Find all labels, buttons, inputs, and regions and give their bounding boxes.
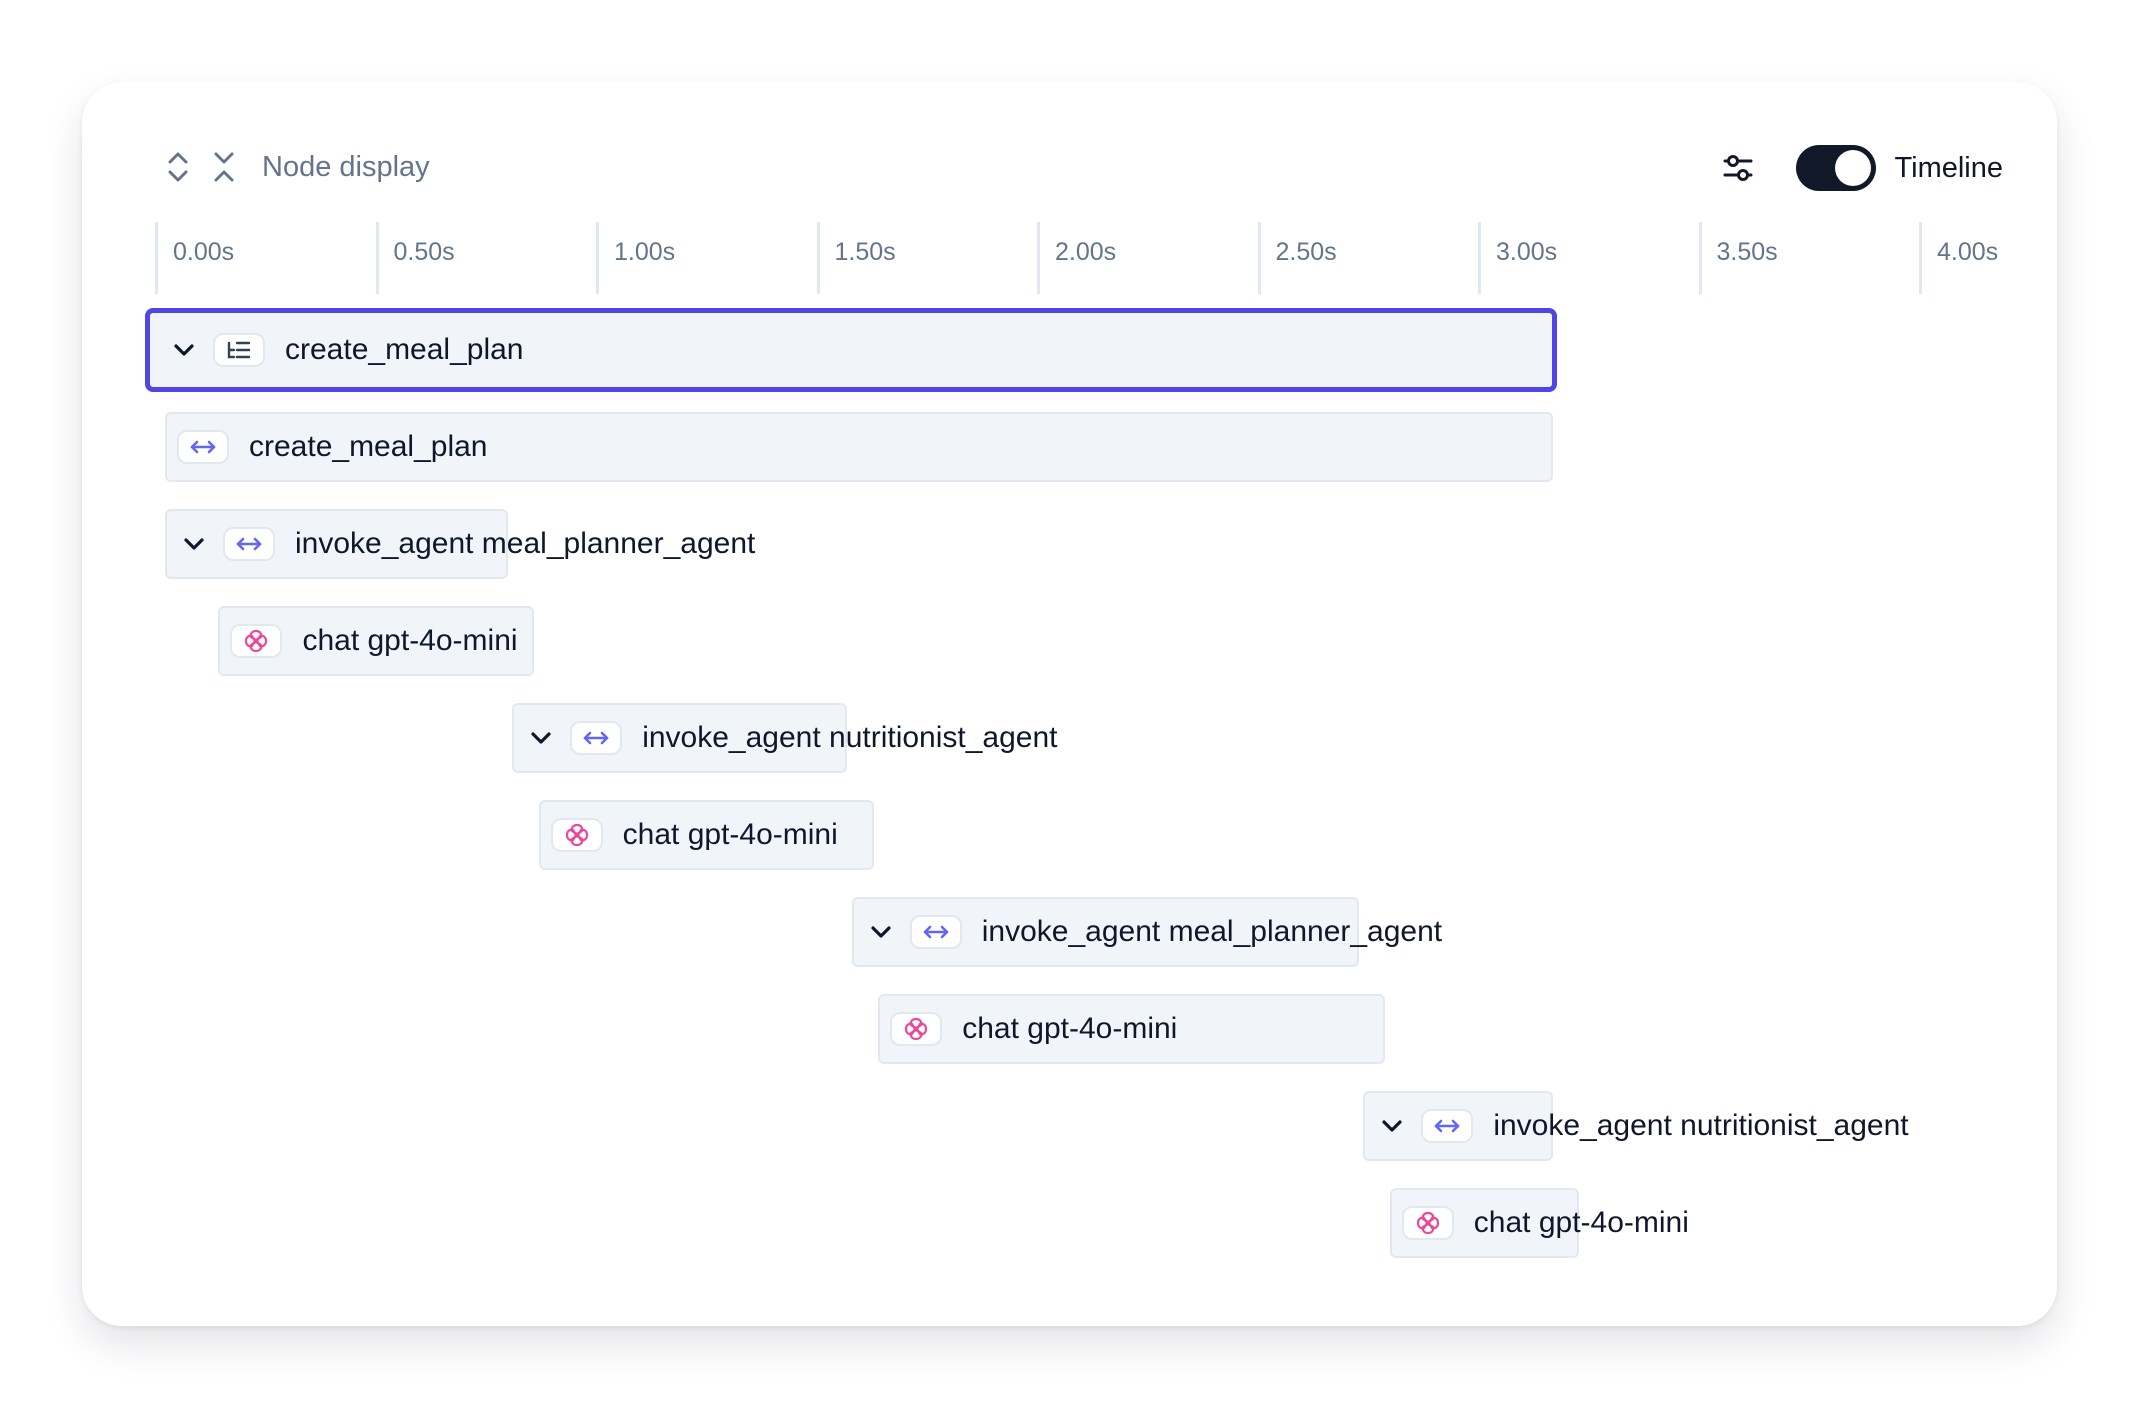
span-row[interactable]: invoke_agent nutritionist_agent bbox=[82, 703, 2057, 773]
axis-tick-label: 1.50s bbox=[834, 238, 896, 266]
span-row[interactable]: invoke_agent nutritionist_agent bbox=[82, 1091, 2057, 1161]
span-label: chat gpt-4o-mini bbox=[302, 624, 518, 657]
tree-list-icon bbox=[213, 333, 265, 367]
axis-tick: 0.50s bbox=[375, 222, 455, 294]
span-label: chat gpt-4o-mini bbox=[1473, 1206, 1689, 1239]
openai-icon bbox=[550, 818, 603, 852]
span-row[interactable]: chat gpt-4o-mini bbox=[82, 800, 2057, 870]
axis-tick: 2.50s bbox=[1257, 222, 1337, 294]
axis-tick-label: 4.00s bbox=[1937, 238, 1999, 266]
span-content: create_meal_plan bbox=[167, 315, 524, 385]
chevron-down-icon[interactable] bbox=[1375, 1109, 1409, 1143]
span-label: invoke_agent meal_planner_agent bbox=[295, 527, 756, 560]
span-row[interactable]: create_meal_plan bbox=[82, 412, 2057, 482]
expand-all-icon[interactable] bbox=[162, 147, 194, 187]
span-row[interactable]: chat gpt-4o-mini bbox=[82, 606, 2057, 676]
openai-icon bbox=[890, 1012, 943, 1046]
axis-tick-label: 2.50s bbox=[1275, 238, 1337, 266]
node-display-label[interactable]: Node display bbox=[262, 151, 430, 184]
axis-tick: 1.50s bbox=[816, 222, 896, 294]
span-label: create_meal_plan bbox=[249, 430, 488, 463]
trace-timeline-panel: Node display Timeline 0.00s 0.50s 1.00s 1.5… bbox=[82, 82, 2057, 1326]
span-label: invoke_agent nutritionist_agent bbox=[1493, 1109, 1909, 1142]
arrows-horizontal-icon bbox=[1421, 1109, 1474, 1143]
axis-tick: 2.00s bbox=[1037, 222, 1116, 294]
toolbar-right: Timeline bbox=[1716, 140, 2003, 196]
span-content: chat gpt-4o-mini bbox=[890, 994, 1177, 1064]
arrows-horizontal-icon bbox=[570, 721, 623, 755]
axis-tick-label: 3.50s bbox=[1716, 238, 1778, 266]
axis-tick: 3.50s bbox=[1698, 222, 1778, 294]
span-row[interactable]: chat gpt-4o-mini bbox=[82, 994, 2057, 1064]
span-content: chat gpt-4o-mini bbox=[1401, 1188, 1689, 1258]
time-axis: 0.00s 0.50s 1.00s 1.50s 2.00s 2.50s 3.00s 3.50s… bbox=[82, 222, 2057, 294]
toolbar-left: Node display bbox=[162, 142, 430, 192]
filter-settings-icon[interactable] bbox=[1716, 146, 1760, 190]
toggle-knob bbox=[1835, 150, 1872, 186]
arrows-horizontal-icon bbox=[177, 430, 229, 464]
span-content: chat gpt-4o-mini bbox=[230, 606, 518, 676]
chevron-down-icon[interactable] bbox=[524, 721, 558, 755]
span-label: create_meal_plan bbox=[285, 333, 524, 366]
axis-tick-label: 1.00s bbox=[614, 238, 676, 266]
span-content: invoke_agent meal_planner_agent bbox=[177, 509, 755, 579]
span-label: invoke_agent meal_planner_agent bbox=[981, 915, 1443, 948]
timeline-label: Timeline bbox=[1894, 151, 2003, 184]
span-label: chat gpt-4o-mini bbox=[962, 1012, 1178, 1045]
axis-tick-label: 2.00s bbox=[1055, 238, 1117, 266]
span-content: create_meal_plan bbox=[177, 412, 488, 482]
span-row[interactable]: invoke_agent meal_planner_agent bbox=[82, 897, 2057, 967]
axis-tick: 3.00s bbox=[1478, 222, 1557, 294]
chevron-down-icon[interactable] bbox=[864, 915, 898, 949]
axis-tick-label: 0.00s bbox=[173, 238, 235, 266]
openai-icon bbox=[230, 624, 283, 658]
collapse-all-icon[interactable] bbox=[208, 147, 240, 187]
span-content: invoke_agent meal_planner_agent bbox=[864, 897, 1442, 967]
arrows-horizontal-icon bbox=[223, 527, 275, 561]
axis-tick: 1.00s bbox=[596, 222, 675, 294]
chevron-down-icon[interactable] bbox=[177, 527, 211, 561]
axis-tick-label: 0.50s bbox=[393, 238, 455, 266]
span-row[interactable]: invoke_agent meal_planner_agent bbox=[82, 509, 2057, 579]
chevron-down-icon[interactable] bbox=[167, 333, 201, 367]
span-content: invoke_agent nutritionist_agent bbox=[524, 703, 1058, 773]
span-row[interactable]: create_meal_plan bbox=[82, 308, 2057, 392]
axis-tick-label: 3.00s bbox=[1496, 238, 1558, 266]
span-row[interactable]: chat gpt-4o-mini bbox=[82, 1188, 2057, 1258]
span-content: invoke_agent nutritionist_agent bbox=[1375, 1091, 1909, 1161]
span-content: chat gpt-4o-mini bbox=[550, 800, 838, 870]
openai-icon bbox=[1401, 1206, 1454, 1240]
axis-tick: 0.00s bbox=[155, 222, 234, 294]
arrows-horizontal-icon bbox=[909, 915, 962, 949]
axis-tick: 4.00s bbox=[1919, 222, 1998, 294]
span-label: invoke_agent nutritionist_agent bbox=[642, 721, 1058, 754]
span-label: chat gpt-4o-mini bbox=[622, 818, 838, 851]
timeline-toggle[interactable] bbox=[1796, 145, 1877, 191]
